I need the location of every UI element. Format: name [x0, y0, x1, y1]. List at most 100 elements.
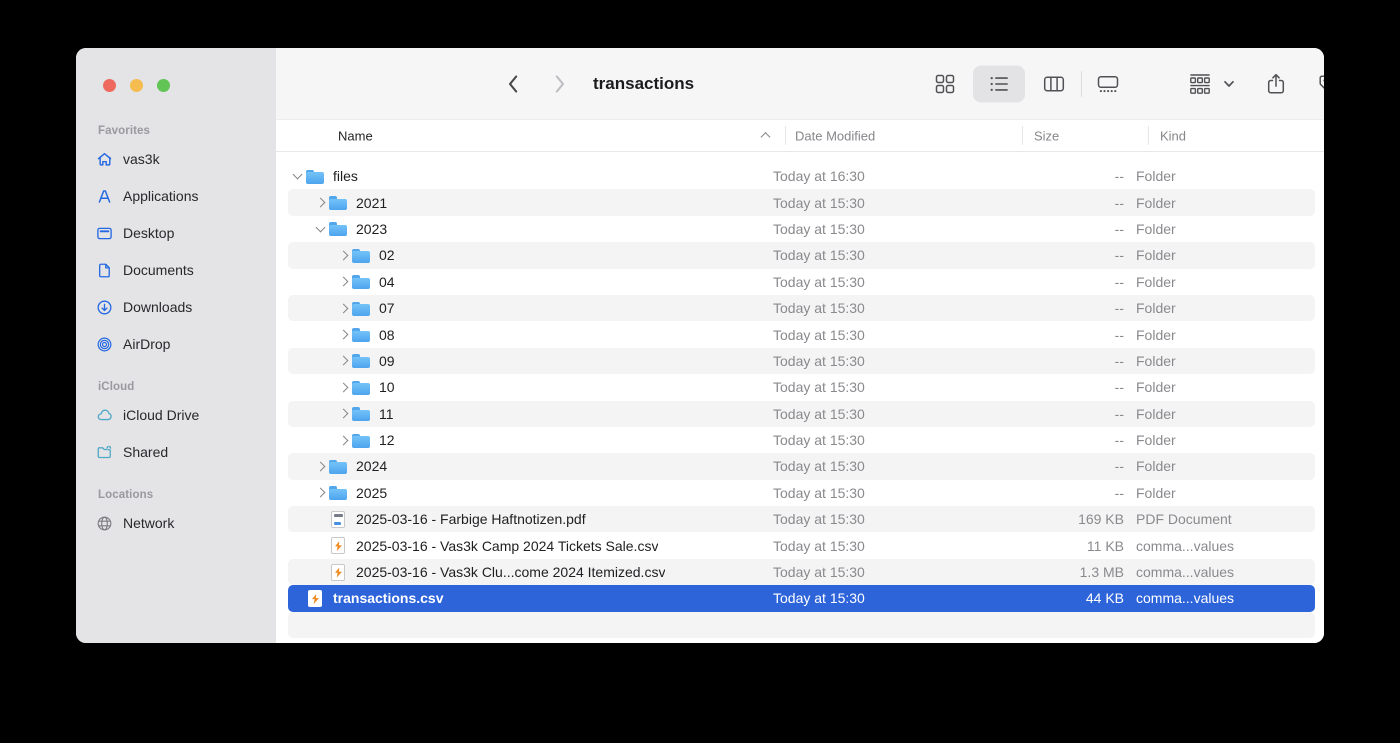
date-modified-cell: Today at 15:30: [773, 432, 1010, 448]
close-window-button[interactable]: [103, 79, 116, 92]
size-cell: --: [1010, 458, 1136, 474]
file-name: 09: [379, 353, 395, 369]
sidebar-item-network[interactable]: Network: [86, 508, 266, 538]
file-name: 2023: [356, 221, 387, 237]
tag-button[interactable]: [1317, 73, 1324, 95]
sidebar-section-label: Favorites: [86, 125, 266, 137]
disclosure-chevron-icon[interactable]: [316, 488, 326, 498]
desktop-icon: [96, 225, 113, 242]
table-row[interactable]: 02 Today at 15:30 -- Folder: [288, 242, 1315, 268]
table-row[interactable]: files Today at 16:30 -- Folder: [288, 163, 1315, 189]
folder-icon: [352, 379, 370, 396]
applications-icon: [96, 188, 113, 205]
table-row[interactable]: 04 Today at 15:30 -- Folder: [288, 269, 1315, 295]
sidebar-item-airdrop[interactable]: AirDrop: [86, 329, 266, 359]
sidebar-item-documents[interactable]: Documents: [86, 255, 266, 285]
column-header-date-modified[interactable]: Date Modified: [795, 128, 875, 143]
disclosure-chevron-icon[interactable]: [339, 435, 349, 445]
sidebar-item-label: Downloads: [123, 299, 192, 315]
column-divider[interactable]: [785, 126, 786, 145]
table-row[interactable]: 2025-03-16 - Vas3k Clu...come 2024 Itemi…: [288, 559, 1315, 585]
disclosure-chevron-icon[interactable]: [339, 250, 349, 260]
date-modified-cell: Today at 15:30: [773, 221, 1010, 237]
table-row[interactable]: 07 Today at 15:30 -- Folder: [288, 295, 1315, 321]
table-row[interactable]: 11 Today at 15:30 -- Folder: [288, 401, 1315, 427]
file-name: 08: [379, 327, 395, 343]
zoom-window-button[interactable]: [157, 79, 170, 92]
column-divider[interactable]: [1148, 126, 1149, 145]
name-cell: 02: [288, 247, 773, 264]
table-row[interactable]: 2023 Today at 15:30 -- Folder: [288, 216, 1315, 242]
disclosure-chevron-icon[interactable]: [339, 330, 349, 340]
back-button[interactable]: [507, 74, 519, 94]
column-header-size[interactable]: Size: [1034, 128, 1059, 143]
table-row[interactable]: 09 Today at 15:30 -- Folder: [288, 348, 1315, 374]
name-cell: 12: [288, 432, 773, 449]
table-row[interactable]: 2025 Today at 15:30 -- Folder: [288, 480, 1315, 506]
column-header-kind[interactable]: Kind: [1160, 128, 1186, 143]
date-modified-cell: Today at 15:30: [773, 247, 1010, 263]
date-modified-cell: Today at 15:30: [773, 195, 1010, 211]
size-cell: 169 KB: [1010, 511, 1136, 527]
file-name: 07: [379, 300, 395, 316]
sidebar-item-downloads[interactable]: Downloads: [86, 292, 266, 322]
disclosure-chevron-icon[interactable]: [293, 170, 303, 180]
disclosure-chevron-icon[interactable]: [339, 356, 349, 366]
minimize-window-button[interactable]: [130, 79, 143, 92]
sidebar-item-shared[interactable]: Shared: [86, 437, 266, 467]
disclosure-chevron-icon[interactable]: [339, 303, 349, 313]
file-name: 02: [379, 247, 395, 263]
file-name: files: [333, 168, 358, 184]
sidebar-section: Favorites vas3k Applications Desktop Doc…: [86, 125, 266, 359]
csv-icon: [331, 564, 345, 581]
airdrop-icon: [96, 336, 113, 353]
table-row[interactable]: 08 Today at 15:30 -- Folder: [288, 321, 1315, 347]
disclosure-chevron-icon[interactable]: [339, 409, 349, 419]
disclosure-chevron-icon[interactable]: [339, 382, 349, 392]
forward-button[interactable]: [554, 74, 566, 94]
group-by-icon: [1188, 73, 1212, 95]
folder-icon: [352, 247, 370, 264]
gallery-view-button[interactable]: [1097, 73, 1120, 94]
name-cell: 2023: [288, 220, 773, 237]
chevron-right-icon: [554, 74, 566, 94]
disclosure-chevron-icon[interactable]: [316, 462, 326, 472]
icon-view-button[interactable]: [935, 73, 956, 94]
icloud-icon: [96, 407, 113, 424]
table-row[interactable]: 2024 Today at 15:30 -- Folder: [288, 453, 1315, 479]
kind-cell: Folder: [1136, 300, 1315, 316]
tag-icon: [1317, 73, 1324, 95]
sidebar-item-vas3k[interactable]: vas3k: [86, 144, 266, 174]
table-row[interactable]: 2021 Today at 15:30 -- Folder: [288, 189, 1315, 215]
column-header-name[interactable]: Name: [338, 128, 373, 143]
column-view-button[interactable]: [1043, 73, 1065, 94]
sidebar-item-label: Desktop: [123, 225, 174, 241]
disclosure-chevron-icon[interactable]: [339, 277, 349, 287]
date-modified-cell: Today at 15:30: [773, 485, 1010, 501]
sidebar-item-applications[interactable]: Applications: [86, 181, 266, 211]
list-view-button[interactable]: [989, 73, 1010, 94]
table-row[interactable]: 10 Today at 15:30 -- Folder: [288, 374, 1315, 400]
table-row-selected[interactable]: transactions.csv Today at 15:30 44 KB co…: [288, 585, 1315, 611]
table-row[interactable]: 2025-03-16 - Vas3k Camp 2024 Tickets Sal…: [288, 532, 1315, 558]
size-cell: 11 KB: [1010, 538, 1136, 554]
size-cell: --: [1010, 379, 1136, 395]
sidebar-section-label: iCloud: [86, 381, 266, 393]
group-by-button[interactable]: [1188, 73, 1212, 95]
list-view-icon: [989, 73, 1010, 94]
table-row[interactable]: 2025-03-16 - Farbige Haftnotizen.pdf Tod…: [288, 506, 1315, 532]
disclosure-chevron-icon[interactable]: [316, 223, 326, 233]
name-cell: 2025-03-16 - Vas3k Clu...come 2024 Itemi…: [288, 564, 773, 581]
sidebar-item-icloud-drive[interactable]: iCloud Drive: [86, 400, 266, 430]
kind-cell: Folder: [1136, 353, 1315, 369]
column-divider[interactable]: [1022, 126, 1023, 145]
disclosure-chevron-icon[interactable]: [316, 198, 326, 208]
toolbar: transactions: [276, 48, 1324, 120]
share-button[interactable]: [1266, 72, 1287, 95]
sidebar-item-desktop[interactable]: Desktop: [86, 218, 266, 248]
kind-cell: comma...values: [1136, 538, 1315, 554]
table-row[interactable]: 12 Today at 15:30 -- Folder: [288, 427, 1315, 453]
size-cell: --: [1010, 247, 1136, 263]
group-by-chevron[interactable]: [1224, 80, 1235, 88]
kind-cell: Folder: [1136, 458, 1315, 474]
